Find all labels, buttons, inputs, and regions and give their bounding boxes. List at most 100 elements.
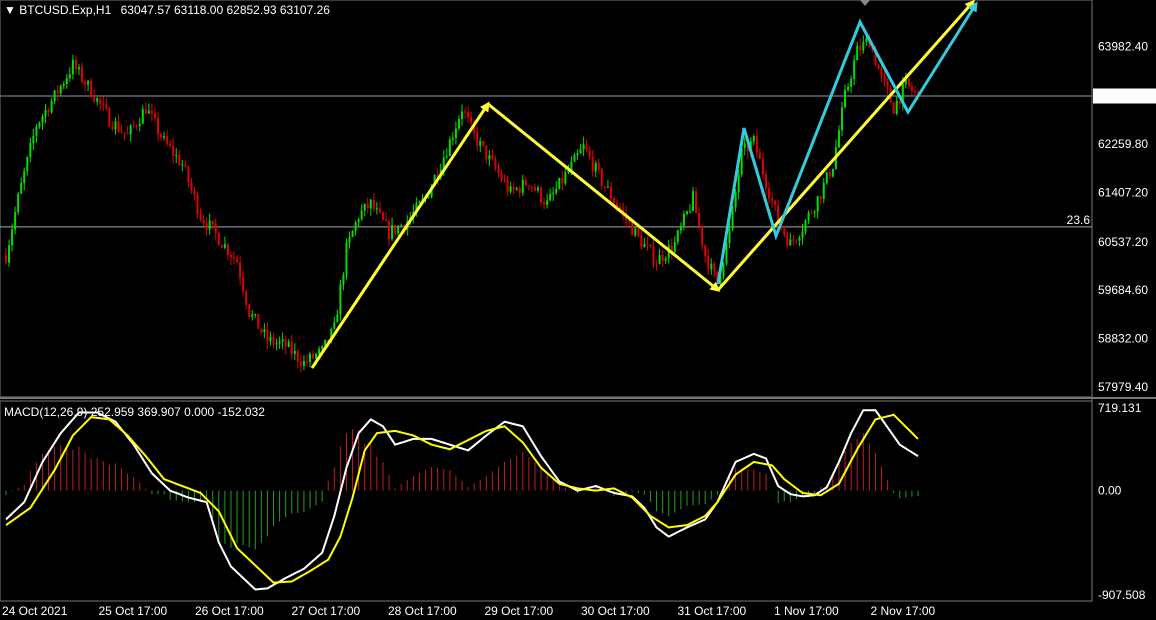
candle-body	[713, 263, 716, 272]
candle-body	[597, 163, 600, 170]
x-tick: 24 Oct 2021	[2, 604, 68, 618]
candle-body	[877, 64, 880, 70]
x-tick: 26 Oct 17:00	[195, 604, 264, 618]
ohlc-values: 63047.57 63118.00 62852.93 63107.26	[120, 3, 330, 17]
candle-body	[530, 186, 533, 188]
x-tick: 25 Oct 17:00	[99, 604, 168, 618]
candle-body	[263, 329, 266, 333]
candle-body	[503, 180, 506, 182]
candle-body	[910, 86, 913, 92]
x-tick: 29 Oct 17:00	[485, 604, 554, 618]
candle-body	[108, 108, 111, 127]
candle-body	[494, 159, 497, 169]
candle-body	[160, 134, 163, 138]
candle-body	[500, 173, 503, 181]
x-tick: 30 Oct 17:00	[581, 604, 650, 618]
dropdown-triangle-icon[interactable]: ▼	[4, 3, 16, 17]
candle-body	[153, 113, 156, 119]
candle-body	[65, 78, 68, 85]
candle-body	[515, 187, 518, 190]
candle-body	[488, 155, 491, 160]
candle-body	[546, 200, 549, 205]
candle-body	[652, 246, 655, 264]
candle-body	[810, 212, 813, 214]
candle-body	[643, 243, 646, 248]
candle-body	[290, 341, 293, 354]
x-tick: 2 Nov 17:00	[871, 604, 936, 618]
price-chart[interactable]: 23.6 63982.40 62259.80 61407.20 60537.20…	[0, 0, 1156, 620]
candle-body	[296, 350, 299, 362]
candle-body	[661, 254, 664, 261]
candle-body	[859, 45, 862, 51]
candle-body	[418, 201, 421, 204]
candle-body	[193, 189, 196, 195]
candle-body	[5, 255, 7, 263]
current-price-badge: 63107.26	[1093, 88, 1156, 104]
candle-body	[105, 103, 108, 109]
candle-body	[768, 188, 771, 199]
candle-body	[594, 163, 597, 172]
candle-body	[172, 146, 175, 156]
candle-body	[211, 220, 214, 224]
candle-body	[865, 38, 868, 42]
candle-body	[512, 186, 515, 190]
y-tick: 58832.00	[1098, 331, 1148, 345]
candle-body	[217, 232, 220, 246]
candle-body	[543, 202, 546, 205]
candle-body	[822, 183, 825, 199]
candle-body	[163, 136, 166, 138]
candle-body	[47, 109, 50, 113]
candle-body	[233, 257, 235, 259]
candle-body	[187, 166, 190, 183]
candle-body	[710, 263, 713, 270]
macd-header: MACD(12,26,9) 252.959 369.907 0.000 -152…	[4, 405, 265, 419]
y-tick: 61407.20	[1098, 185, 1148, 199]
candle-body	[837, 130, 840, 148]
candle-body	[56, 90, 59, 94]
candle-body	[527, 185, 530, 187]
candle-body	[561, 177, 564, 184]
candle-body	[68, 74, 71, 79]
candle-body	[588, 150, 591, 157]
y-tick: 60537.20	[1098, 235, 1148, 249]
candle-body	[892, 102, 895, 114]
candle-body	[178, 154, 181, 166]
candle-body	[41, 116, 44, 123]
candle-body	[59, 85, 62, 94]
candle-body	[117, 121, 120, 132]
candle-body	[293, 350, 296, 354]
candle-body	[427, 196, 430, 198]
x-tick: 27 Oct 17:00	[292, 604, 361, 618]
candle-body	[381, 212, 384, 220]
candle-body	[62, 84, 65, 86]
candle-body	[254, 314, 257, 316]
candle-body	[755, 135, 758, 153]
candle-body	[302, 360, 305, 366]
candle-body	[132, 125, 135, 127]
candle-body	[129, 125, 132, 135]
candle-body	[640, 235, 643, 248]
candle-body	[378, 208, 381, 213]
candle-body	[898, 100, 901, 104]
candle-body	[175, 154, 178, 156]
candle-body	[609, 186, 612, 199]
candle-body	[461, 111, 463, 119]
macd-label: MACD(12,26,9)	[4, 405, 88, 419]
candle-body	[537, 187, 539, 191]
candle-body	[14, 212, 17, 230]
candle-body	[853, 60, 856, 79]
candle-body	[582, 144, 585, 150]
candle-body	[761, 158, 764, 175]
candle-body	[841, 107, 843, 131]
candle-body	[205, 223, 208, 230]
candle-body	[564, 172, 567, 184]
candle-body	[287, 341, 290, 347]
candle-body	[351, 231, 354, 237]
candle-body	[251, 314, 254, 317]
candle-body	[44, 109, 47, 117]
candle-body	[907, 78, 910, 87]
macd-values: 252.959 369.907 0.000 -152.032	[90, 405, 265, 419]
candle-body	[184, 164, 187, 167]
candle-body	[679, 225, 682, 231]
candle-body	[701, 226, 704, 246]
